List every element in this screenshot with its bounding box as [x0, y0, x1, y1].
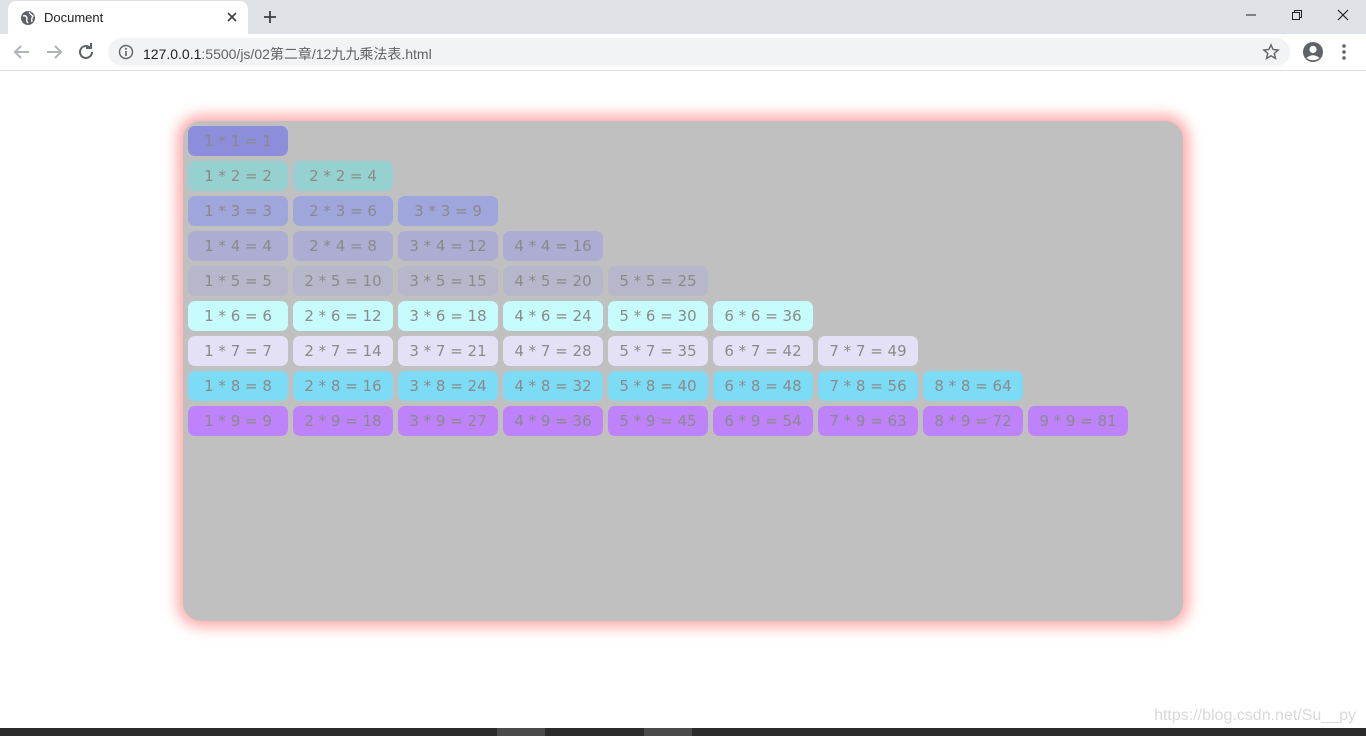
table-cell: 2 * 7 = 14 — [293, 336, 393, 366]
table-cell: 2 * 4 = 8 — [293, 231, 393, 261]
table-cell: 4 * 4 = 16 — [503, 231, 603, 261]
table-cell: 4 * 7 = 28 — [503, 336, 603, 366]
address-bar[interactable]: 127.0.0.1:5500/js/02第二章/12九九乘法表.html — [108, 38, 1290, 66]
browser-toolbar: 127.0.0.1:5500/js/02第二章/12九九乘法表.html — [0, 34, 1366, 71]
table-cell: 4 * 5 = 20 — [503, 266, 603, 296]
table-cell: 1 * 7 = 7 — [188, 336, 288, 366]
taskbar-item[interactable] — [644, 728, 692, 736]
os-taskbar — [0, 728, 1366, 736]
restore-icon — [1292, 10, 1302, 20]
close-window-button[interactable] — [1320, 0, 1366, 30]
table-row: 1 * 6 = 62 * 6 = 12 3 * 6 = 18 4 * 6 = 24 5… — [188, 301, 818, 331]
table-cell: 1 * 5 = 5 — [188, 266, 288, 296]
reload-icon[interactable] — [75, 41, 97, 63]
table-cell: 5 * 5 = 25 — [608, 266, 708, 296]
minimize-icon — [1246, 14, 1256, 16]
table-cell: 4 * 9 = 36 — [503, 406, 603, 436]
close-tab-icon[interactable] — [226, 11, 238, 23]
table-cell: 8 * 9 = 72 — [923, 406, 1023, 436]
back-icon[interactable] — [11, 41, 33, 63]
table-cell: 5 * 6 = 30 — [608, 301, 708, 331]
minimize-button[interactable] — [1228, 0, 1274, 30]
table-cell: 6 * 9 = 54 — [713, 406, 813, 436]
table-cell: 7 * 8 = 56 — [818, 371, 918, 401]
table-cell: 5 * 9 = 45 — [608, 406, 708, 436]
table-cell: 2 * 9 = 18 — [293, 406, 393, 436]
table-cell: 7 * 7 = 49 — [818, 336, 918, 366]
table-cell: 3 * 8 = 24 — [398, 371, 498, 401]
close-window-icon — [1337, 9, 1349, 21]
table-cell: 9 * 9 = 81 — [1028, 406, 1128, 436]
forward-icon[interactable] — [43, 41, 65, 63]
new-tab-icon[interactable] — [262, 9, 278, 25]
table-cell: 4 * 6 = 24 — [503, 301, 603, 331]
url-text: 127.0.0.1:5500/js/02第二章/12九九乘法表.html — [143, 44, 432, 64]
table-cell: 1 * 9 = 9 — [188, 406, 288, 436]
table-row: 1 * 3 = 32 * 3 = 63 * 3 = 9 — [188, 196, 503, 226]
table-cell: 5 * 8 = 40 — [608, 371, 708, 401]
table-row: 1 * 7 = 72 * 7 = 14 3 * 7 = 21 4 * 7 = 28 5… — [188, 336, 923, 366]
table-cell: 2 * 6 = 12 — [293, 301, 393, 331]
table-cell: 3 * 3 = 9 — [398, 196, 498, 226]
table-cell: 6 * 6 = 36 — [713, 301, 813, 331]
table-cell: 6 * 8 = 48 — [713, 371, 813, 401]
table-cell: 3 * 9 = 27 — [398, 406, 498, 436]
table-row: 1 * 5 = 52 * 5 = 10 3 * 5 = 15 4 * 5 = 20 5… — [188, 266, 713, 296]
browser-tab[interactable]: Document — [8, 1, 248, 34]
table-cell: 1 * 6 = 6 — [188, 301, 288, 331]
table-row: 1 * 1 = 1 — [188, 126, 293, 156]
table-cell: 1 * 3 = 3 — [188, 196, 288, 226]
table-row: 1 * 8 = 82 * 8 = 16 3 * 8 = 24 4 * 8 = 32 5… — [188, 371, 1028, 401]
globe-icon — [21, 11, 35, 25]
info-icon[interactable] — [118, 44, 134, 60]
table-cell: 3 * 4 = 12 — [398, 231, 498, 261]
tab-strip: Document — [0, 0, 1366, 34]
table-cell: 1 * 4 = 4 — [188, 231, 288, 261]
table-row: 1 * 9 = 92 * 9 = 18 3 * 9 = 27 4 * 9 = 36 5… — [188, 406, 1133, 436]
profile-icon[interactable] — [1302, 41, 1324, 63]
table-cell: 2 * 8 = 16 — [293, 371, 393, 401]
restore-button[interactable] — [1274, 0, 1320, 30]
table-cell: 1 * 8 = 8 — [188, 371, 288, 401]
table-cell: 7 * 9 = 63 — [818, 406, 918, 436]
table-cell: 3 * 5 = 15 — [398, 266, 498, 296]
table-cell: 5 * 7 = 35 — [608, 336, 708, 366]
url-path: :5500/js/02第二章/12九九乘法表.html — [201, 46, 432, 62]
multiplication-table: 1 * 1 = 11 * 2 = 22 * 2 = 41 * 3 = 32 * … — [183, 121, 1183, 621]
table-cell: 2 * 2 = 4 — [293, 161, 393, 191]
table-cell: 6 * 7 = 42 — [713, 336, 813, 366]
table-cell: 3 * 7 = 21 — [398, 336, 498, 366]
table-row: 1 * 4 = 42 * 4 = 83 * 4 = 12 4 * 4 = 16 — [188, 231, 608, 261]
table-cell: 8 * 8 = 64 — [923, 371, 1023, 401]
bookmark-star-icon[interactable] — [1262, 43, 1280, 61]
table-cell: 2 * 3 = 6 — [293, 196, 393, 226]
table-cell: 1 * 2 = 2 — [188, 161, 288, 191]
table-cell: 4 * 8 = 32 — [503, 371, 603, 401]
more-menu-icon[interactable] — [1336, 43, 1352, 61]
tab-title: Document — [44, 10, 104, 25]
taskbar-item[interactable] — [497, 728, 545, 736]
table-row: 1 * 2 = 22 * 2 = 4 — [188, 161, 398, 191]
table-cell: 1 * 1 = 1 — [188, 126, 288, 156]
table-cell: 2 * 5 = 10 — [293, 266, 393, 296]
url-host: 127.0.0.1 — [143, 46, 202, 62]
table-cell: 3 * 6 = 18 — [398, 301, 498, 331]
watermark: https://blog.csdn.net/Su__py — [1154, 707, 1356, 724]
